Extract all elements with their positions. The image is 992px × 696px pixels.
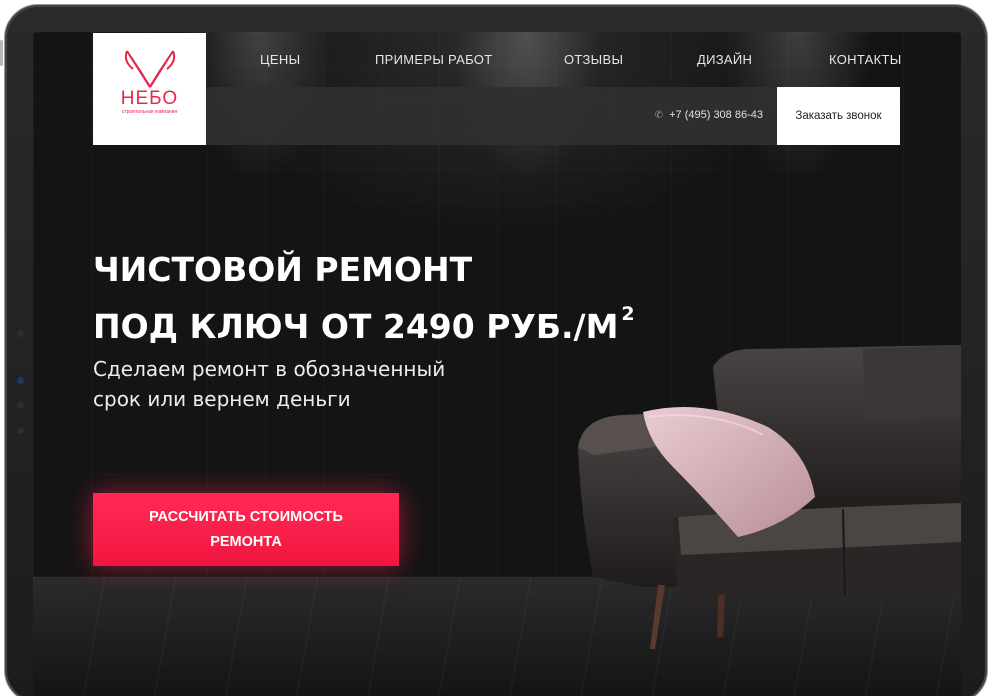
sensor-dot (17, 427, 24, 434)
hero-subtitle-line2: срок или вернем деньги (93, 387, 351, 411)
nav-item-prices[interactable]: ЦЕНЫ (260, 52, 300, 67)
phone-number: +7 (495) 308 86-43 (669, 109, 763, 121)
calculate-cost-button[interactable]: РАССЧИТАТЬ СТОИМОСТЬ РЕМОНТА (93, 493, 399, 566)
logo-tagline: строительная компания (121, 109, 178, 115)
phone-link[interactable]: ✆ +7 (495) 308 86-43 (655, 109, 763, 121)
hero-title-line1: ЧИСТОВОЙ РЕМОНТ (93, 250, 473, 289)
hero-title-line2: ПОД КЛЮЧ ОТ 2490 РУБ./М 2 (93, 295, 635, 352)
nav-item-contacts[interactable]: КОНТАКТЫ (829, 52, 902, 67)
nav-item-reviews[interactable]: ОТЗЫВЫ (564, 52, 623, 67)
contact-bar: ✆ +7 (495) 308 86-43 (206, 87, 777, 145)
sensor-dot (17, 402, 24, 409)
camera-dot (17, 330, 24, 337)
hero-subtitle-line1: Сделаем ремонт в обозначенный (93, 357, 446, 381)
volume-button (0, 40, 3, 66)
main-nav: ЦЕНЫ ПРИМЕРЫ РАБОТ ОТЗЫВЫ ДИЗАЙН КОНТАКТ… (206, 32, 901, 87)
website-screen: НЕБО строительная компания ЦЕНЫ ПРИМЕРЫ … (33, 32, 961, 696)
camera-lens (17, 377, 24, 384)
company-logo[interactable]: НЕБО строительная компания (93, 33, 206, 145)
hero-title-line2-text: ПОД КЛЮЧ ОТ 2490 РУБ./М (93, 307, 619, 346)
nav-item-design[interactable]: ДИЗАЙН (697, 52, 752, 67)
phone-icon: ✆ (654, 109, 664, 121)
sofa-image (578, 345, 961, 649)
hero-subtitle: Сделаем ремонт в обозначенный срок или в… (93, 354, 445, 414)
square-superscript: 2 (621, 303, 635, 325)
wings-logo-icon (124, 50, 175, 88)
hero-title: ЧИСТОВОЙ РЕМОНТ ПОД КЛЮЧ ОТ 2490 РУБ./М 2 (93, 245, 635, 352)
nav-item-portfolio[interactable]: ПРИМЕРЫ РАБОТ (375, 52, 492, 67)
logo-name: НЕБО (120, 88, 179, 109)
request-call-button[interactable]: Заказать звонок (777, 87, 900, 145)
